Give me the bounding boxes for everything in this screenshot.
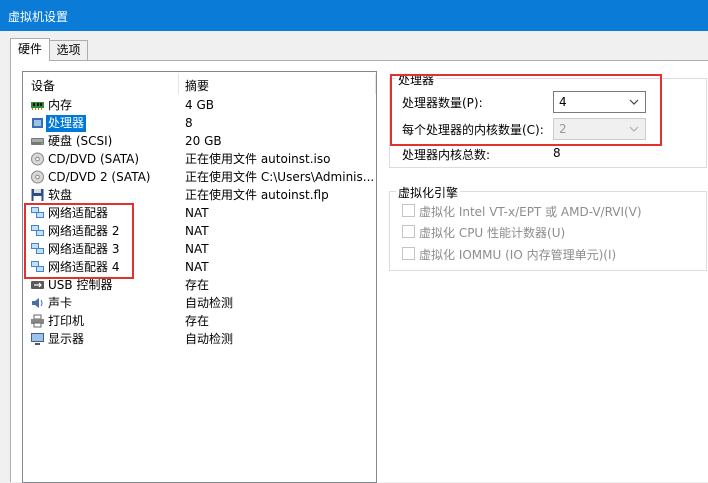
tab-hardware[interactable]: 硬件: [10, 38, 50, 61]
device-name: 显示器: [48, 332, 85, 346]
device-row-processor[interactable]: 处理器 8: [25, 115, 374, 132]
device-summary: NAT: [185, 224, 209, 238]
device-summary: 正在使用文件 autoinst.flp: [185, 188, 329, 202]
hard-disk-icon: [31, 138, 44, 145]
device-summary: NAT: [185, 260, 209, 274]
processor-settings-highlight: [390, 74, 662, 146]
processor-icon: [32, 118, 43, 128]
device-row-printer[interactable]: 打印机 存在: [25, 313, 374, 330]
window-title: 虚拟机设置: [8, 10, 69, 24]
device-row-floppy[interactable]: 软盘 正在使用文件 autoinst.flp: [25, 187, 374, 204]
virtualize-cpu-counters-label: 虚拟化 CPU 性能计数器(U): [419, 226, 566, 240]
title-bar: 虚拟机设置: [0, 0, 708, 31]
device-summary: 正在使用文件 autoinst.iso: [185, 152, 331, 166]
device-name: CD/DVD (SATA): [48, 152, 140, 166]
device-summary: 存在: [185, 278, 210, 292]
tab-options[interactable]: 选项: [49, 40, 88, 60]
device-list-header: 设备 摘要: [23, 72, 376, 94]
device-summary: 自动检测: [185, 332, 234, 346]
memory-icon: [31, 102, 44, 110]
device-row-display[interactable]: 显示器 自动检测: [25, 331, 374, 348]
virtualize-iommu-label: 虚拟化 IOMMU (IO 内存管理单元)(I): [419, 248, 617, 262]
sound-card-icon: [32, 298, 43, 308]
device-name: 声卡: [48, 296, 73, 310]
total-cores-label: 处理器内核总数:: [402, 148, 491, 162]
device-name: 内存: [48, 98, 73, 112]
virtualize-vtx-checkbox[interactable]: [402, 204, 415, 217]
usb-icon: [31, 281, 44, 289]
device-name: 打印机: [48, 314, 85, 328]
printer-icon: [31, 314, 44, 328]
device-row-cd-dvd-2[interactable]: CD/DVD 2 (SATA) 正在使用文件 C:\Users\Adminis.…: [25, 169, 374, 186]
device-name: 软盘: [48, 188, 73, 202]
device-row-usb-controller[interactable]: USB 控制器 存在: [25, 277, 374, 294]
device-row-hard-disk[interactable]: 硬盘 (SCSI) 20 GB: [25, 133, 374, 150]
device-summary: NAT: [185, 242, 209, 256]
cd-dvd-icon: [31, 170, 44, 184]
device-summary: 4 GB: [185, 98, 214, 112]
device-name: 处理器: [46, 115, 87, 132]
device-summary: 8: [185, 116, 193, 130]
total-cores-value: 8: [553, 146, 561, 160]
device-row-memory[interactable]: 内存 4 GB: [25, 97, 374, 114]
cd-dvd-icon: [31, 152, 44, 166]
virtualize-vtx-label: 虚拟化 Intel VT-x/EPT 或 AMD-V/RVI(V): [419, 205, 642, 219]
display-icon: [31, 333, 44, 345]
network-adapters-highlight: [24, 203, 134, 279]
virtualize-cpu-counters-checkbox[interactable]: [402, 225, 415, 238]
column-header-device[interactable]: 设备: [31, 77, 55, 94]
column-header-summary[interactable]: 摘要: [185, 77, 209, 94]
device-name: USB 控制器: [48, 278, 113, 292]
device-name: CD/DVD 2 (SATA): [48, 170, 151, 184]
device-row-sound-card[interactable]: 声卡 自动检测: [25, 295, 374, 312]
virtualization-engine-title: 虚拟化引擎: [396, 184, 461, 201]
device-summary: 存在: [185, 314, 210, 328]
virtualize-iommu-checkbox[interactable]: [402, 247, 415, 260]
floppy-icon: [31, 189, 44, 201]
device-name: 硬盘 (SCSI): [48, 134, 113, 148]
device-summary: NAT: [185, 206, 209, 220]
device-summary: 正在使用文件 C:\Users\Adminis...: [185, 170, 375, 184]
device-summary: 20 GB: [185, 134, 222, 148]
device-summary: 自动检测: [185, 296, 234, 310]
device-row-cd-dvd[interactable]: CD/DVD (SATA) 正在使用文件 autoinst.iso: [25, 151, 374, 168]
